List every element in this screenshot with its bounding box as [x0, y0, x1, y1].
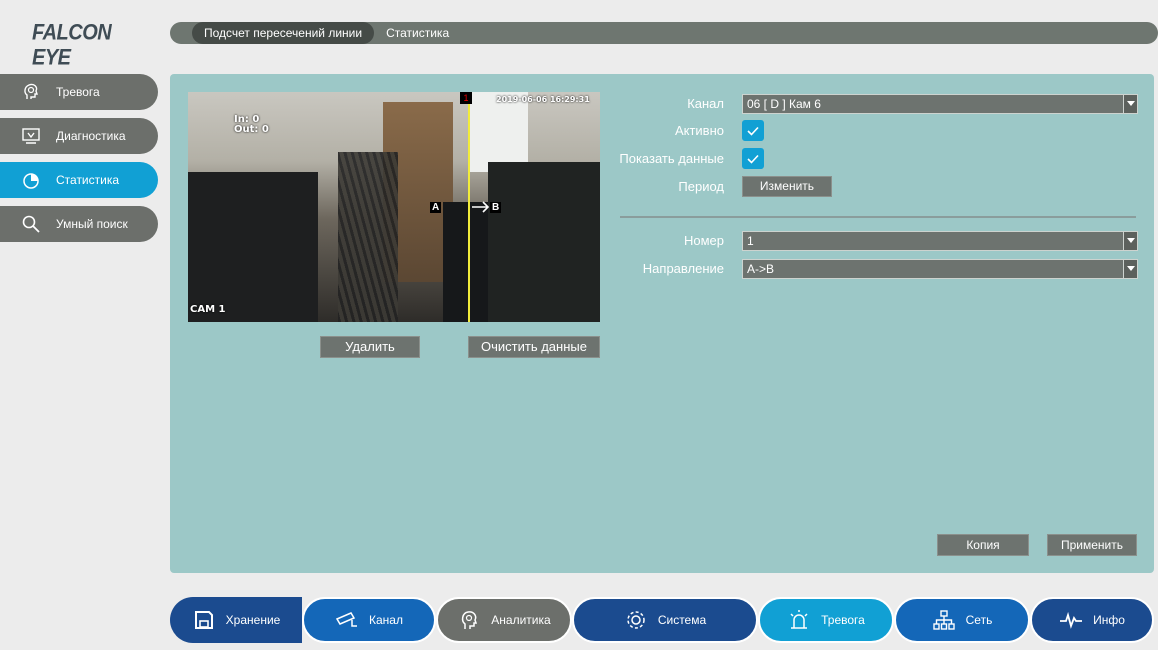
tab-statistics[interactable]: Статистика	[374, 22, 461, 44]
sidebar-item-label: Статистика	[56, 173, 120, 187]
alarm-head-icon	[20, 81, 42, 103]
diagnostics-icon	[20, 125, 42, 147]
nav-alarm[interactable]: Тревога	[758, 597, 894, 643]
analytics-head-icon	[457, 608, 481, 632]
checkmark-icon	[747, 126, 759, 136]
pulse-icon	[1059, 608, 1083, 632]
nav-label: Канал	[369, 613, 403, 627]
preview-timestamp: 2019-06-06 16:29:31	[496, 95, 590, 104]
nav-analytics[interactable]: Аналитика	[436, 597, 572, 643]
channel-label: Канал	[687, 96, 724, 111]
direction-arrow-icon	[472, 201, 490, 213]
nav-system[interactable]: Система	[572, 597, 758, 643]
nav-label: Хранение	[225, 613, 281, 627]
line-id-badge: 1	[460, 92, 472, 104]
number-value: 1	[747, 234, 754, 248]
nav-label: Тревога	[821, 613, 865, 627]
nav-channel[interactable]: Канал	[302, 597, 436, 643]
chevron-down-icon	[1123, 95, 1137, 113]
preview-window	[468, 92, 528, 172]
clear-data-button[interactable]: Очистить данные	[468, 336, 600, 358]
direction-select[interactable]: A->B	[742, 259, 1138, 279]
sidebar-item-label: Диагностика	[56, 129, 126, 143]
delete-button[interactable]: Удалить	[320, 336, 420, 358]
channel-select[interactable]: 06 [ D ] Кам 6	[742, 94, 1138, 114]
direction-label: Направление	[642, 261, 724, 276]
show-data-label: Показать данные	[619, 151, 724, 166]
preview-cabinet-left	[188, 172, 318, 322]
sidebar: Тревога Диагностика Статистика Умный пои…	[0, 74, 158, 250]
period-label: Период	[678, 179, 724, 194]
main-panel: 1 In: 0 Out: 0 2019-06-06 16:29:31 CAM 1…	[170, 74, 1154, 573]
sidebar-item-label: Умный поиск	[56, 217, 128, 231]
sidebar-item-statistics[interactable]: Статистика	[0, 162, 158, 198]
nav-label: Инфо	[1093, 613, 1125, 627]
chevron-down-icon	[1123, 260, 1137, 278]
sidebar-item-alarm[interactable]: Тревога	[0, 74, 158, 110]
channel-value: 06 [ D ] Кам 6	[747, 97, 821, 111]
nav-network[interactable]: Сеть	[894, 597, 1030, 643]
apply-button[interactable]: Применить	[1047, 534, 1137, 556]
tab-line-crossing-count[interactable]: Подсчет пересечений линии	[192, 22, 375, 44]
nav-info[interactable]: Инфо	[1030, 597, 1154, 643]
sidebar-item-diagnostics[interactable]: Диагностика	[0, 118, 158, 154]
search-icon	[20, 213, 42, 235]
nav-label: Сеть	[965, 613, 993, 627]
copy-button[interactable]: Копия	[937, 534, 1029, 556]
checkmark-icon	[747, 154, 759, 164]
form-divider	[620, 216, 1136, 218]
brand-logo: FALCON EYE	[32, 20, 112, 71]
marker-b: B	[490, 202, 502, 213]
network-icon	[932, 608, 956, 632]
chevron-down-icon	[1123, 232, 1137, 250]
active-checkbox[interactable]	[742, 120, 764, 141]
active-label: Активно	[674, 123, 724, 138]
camera-icon	[335, 608, 359, 632]
preview-camera-name: CAM 1	[190, 304, 226, 315]
pie-chart-icon	[20, 169, 42, 191]
period-change-button[interactable]: Изменить	[742, 176, 832, 197]
top-tab-bar: Подсчет пересечений линии Статистика	[170, 22, 1158, 44]
marker-a: A	[430, 202, 442, 213]
nav-storage[interactable]: Хранение	[170, 597, 302, 643]
bottom-nav: Хранение Канал Аналитика Система Тревога…	[170, 597, 1154, 643]
save-icon	[192, 608, 216, 632]
direction-value: A->B	[747, 262, 775, 276]
sidebar-item-smart-search[interactable]: Умный поиск	[0, 206, 158, 242]
gear-icon	[624, 608, 648, 632]
sidebar-item-label: Тревога	[56, 85, 100, 99]
number-select[interactable]: 1	[742, 231, 1138, 251]
camera-preview[interactable]: 1 In: 0 Out: 0 2019-06-06 16:29:31 CAM 1…	[188, 92, 600, 322]
nav-label: Аналитика	[491, 613, 551, 627]
counter-out: Out: 0	[234, 124, 269, 135]
alarm-icon	[787, 608, 811, 632]
preview-cables	[338, 152, 398, 322]
nav-label: Система	[657, 613, 707, 627]
show-data-checkbox[interactable]	[742, 148, 764, 169]
crossing-line[interactable]	[468, 92, 470, 322]
number-label: Номер	[683, 233, 724, 248]
